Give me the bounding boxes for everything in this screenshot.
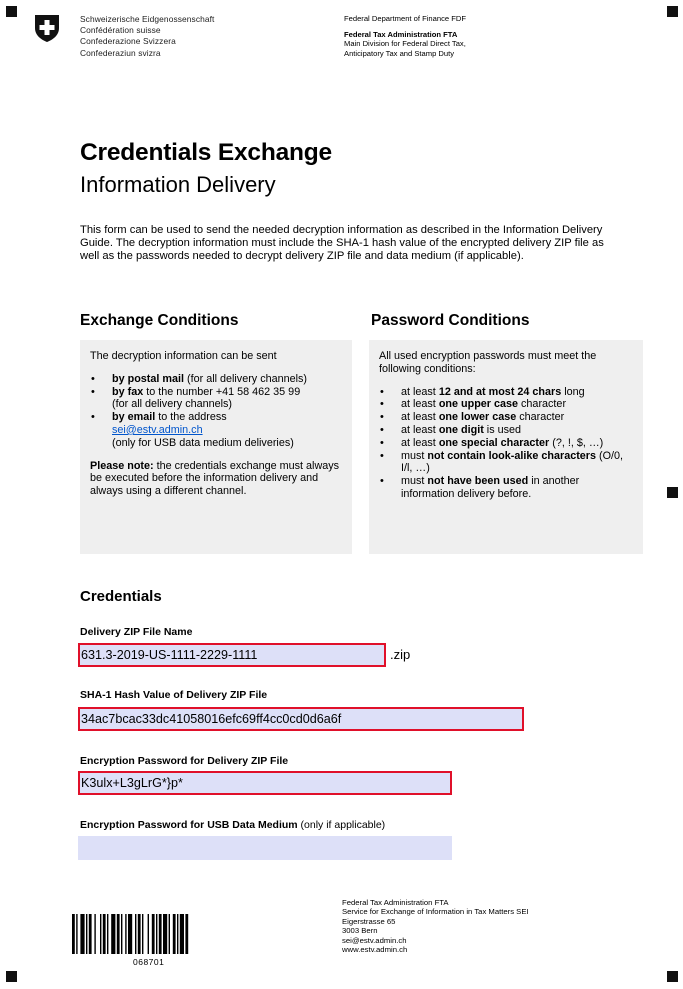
address-line: Service for Exchange of Information in T… (342, 907, 529, 917)
credentials-heading: Credentials (80, 588, 162, 605)
list-item: at least one special character (?, !, $,… (379, 437, 633, 450)
barcode-bar (88, 914, 92, 954)
zip-password-label: Encryption Password for Delivery ZIP Fil… (80, 755, 289, 767)
list-item: at least one upper case character (379, 398, 633, 411)
barcode-bar (147, 914, 149, 954)
administration-name: Federal Tax Administration FTA (344, 29, 458, 39)
swiss-coat-of-arms-icon (35, 15, 59, 42)
address-website[interactable]: www.estv.admin.ch (342, 945, 529, 954)
barcode-image (72, 914, 189, 954)
exchange-list: by postal mail (for all delivery channel… (90, 373, 342, 450)
confederation-name-de: Schweizerische Eidgenossenschaft (80, 14, 215, 24)
password-lead: All used encryption passwords must meet … (379, 350, 597, 375)
list-item: by postal mail (for all delivery channel… (90, 373, 342, 386)
usb-password-field[interactable] (78, 836, 452, 860)
barcode-bar (107, 914, 109, 954)
confederation-names: Schweizerische Eidgenossenschaft Confédé… (80, 14, 214, 59)
list-item: by email to the addresssei@estv.admin.ch… (90, 411, 342, 449)
confederation-name-it: Confederazione Svizzera (80, 36, 176, 47)
email-link[interactable]: sei@estv.admin.ch (112, 424, 203, 436)
list-item: by fax to the number +41 58 462 35 99(fo… (90, 386, 342, 412)
corner-marker-top-left (6, 6, 17, 17)
exchange-conditions-box: The decryption information can be sent b… (80, 340, 352, 554)
sha1-hash-label: SHA-1 Hash Value of Delivery ZIP File (80, 689, 268, 701)
address-line: 3003 Bern (342, 926, 378, 936)
zip-suffix: .zip (390, 647, 411, 662)
barcode-bar (135, 914, 137, 954)
page-subtitle: Information Delivery (80, 172, 276, 197)
corner-marker-bottom-left (6, 971, 17, 982)
barcode-number: 068701 (133, 957, 165, 967)
barcode-bar (80, 914, 85, 954)
barcode-bar (111, 914, 116, 954)
footer-address: Federal Tax Administration FTA Service f… (342, 898, 529, 954)
barcode-bar (128, 914, 133, 954)
list-item: at least one lower case character (379, 411, 633, 424)
barcode-bar (121, 914, 123, 954)
barcode-bar (86, 914, 88, 954)
barcode-bar (185, 914, 189, 954)
barcode-bar (158, 914, 162, 954)
barcode-bar (125, 914, 127, 954)
zip-file-name-label: Delivery ZIP File Name (80, 626, 193, 638)
address-email[interactable]: sei@estv.admin.ch (342, 936, 529, 945)
zip-password-field[interactable]: K3ulx+L3gLrG*}p* (78, 771, 452, 795)
barcode-bar (137, 914, 141, 954)
address-line: Federal Tax Administration FTA (342, 898, 449, 907)
password-conditions-heading: Password Conditions (371, 312, 530, 329)
department-block: Federal Department of Finance FDF Federa… (344, 14, 466, 58)
division-line-2: Anticipatory Tax and Stamp Duty (344, 48, 455, 58)
barcode-bar (100, 914, 102, 954)
usb-password-label: Encryption Password for USB Data Medium … (80, 819, 386, 831)
division-line-1: Main Division for Federal Direct Tax, (344, 39, 466, 49)
corner-marker-top-right (667, 6, 678, 17)
sha1-hash-field[interactable]: 34ac7bcac33dc41058016efc69ff4cc0cd0d6a6f (78, 707, 524, 731)
department-name: Federal Department of Finance FDF (344, 14, 466, 23)
list-item: must not contain look-alike characters (… (379, 450, 633, 476)
list-item: at least one digit is used (379, 424, 633, 437)
list-item: at least 12 and at most 24 chars long (379, 386, 633, 399)
barcode-bar (116, 914, 120, 954)
password-list: at least 12 and at most 24 chars long at… (379, 386, 633, 501)
exchange-note: Please note: the credentials exchange mu… (90, 459, 340, 498)
barcode-bar (102, 914, 106, 954)
barcode-bar (168, 914, 170, 954)
barcode-bar (94, 914, 96, 954)
barcode-bar (142, 914, 144, 954)
page-title: Credentials Exchange (80, 139, 332, 166)
list-item: must not have been used in another infor… (379, 475, 633, 501)
barcode-bar (172, 914, 176, 954)
confederation-name-rm: Confederaziun svizra (80, 47, 161, 58)
barcode-bar (151, 914, 155, 954)
password-conditions-box: All used encryption passwords must meet … (369, 340, 643, 554)
intro-paragraph: This form can be used to send the needed… (80, 224, 604, 263)
barcode-bar (163, 914, 168, 954)
barcode-bar (177, 914, 179, 954)
barcode-bar (179, 914, 184, 954)
corner-marker-bottom-right (667, 971, 678, 982)
confederation-name-fr: Confédération suisse (80, 25, 161, 36)
exchange-lead: The decryption information can be sent (90, 350, 277, 362)
barcode-bar (76, 914, 78, 954)
address-line: Eigerstrasse 65 (342, 916, 396, 926)
zip-file-name-field[interactable]: 631.3-2019-US-1111-2229-1111 (78, 643, 386, 667)
exchange-conditions-heading: Exchange Conditions (80, 312, 239, 329)
corner-marker-mid-right (667, 487, 678, 498)
barcode-bar (156, 914, 158, 954)
barcode-bar (72, 914, 75, 954)
